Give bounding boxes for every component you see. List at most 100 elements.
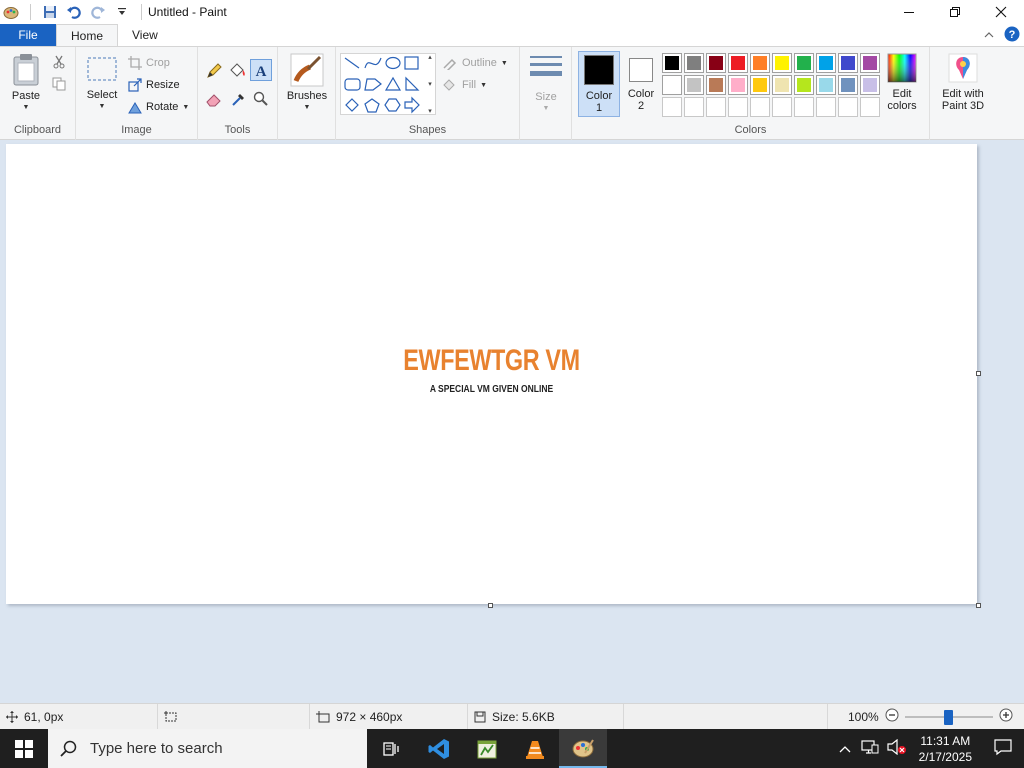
palette-swatch[interactable] [750,53,770,73]
paint-app-icon[interactable] [0,1,22,23]
palette-swatch[interactable] [662,53,682,73]
resize-button[interactable]: Resize [128,78,180,92]
palette-swatch[interactable] [684,75,704,95]
task-view-button[interactable] [367,729,415,768]
palette-empty-swatch[interactable] [684,97,704,117]
palette-swatch[interactable] [662,75,682,95]
customize-qat-icon[interactable] [111,1,133,23]
palette-swatch[interactable] [816,75,836,95]
resize-handle-corner[interactable] [976,603,981,608]
palette-empty-swatch[interactable] [838,97,858,117]
magnifier-icon[interactable] [253,91,269,110]
zoom-slider-thumb[interactable] [944,709,954,725]
help-icon[interactable]: ? [1004,26,1020,45]
palette-swatch[interactable] [838,53,858,73]
cut-icon[interactable] [52,55,66,72]
size-button[interactable]: Size ▼ [526,55,566,115]
chevron-down-icon: ▼ [98,103,106,110]
tab-file[interactable]: File [0,24,56,46]
shapes-scroll[interactable]: ▴ ▾ ▾ [424,53,436,115]
task-view-icon [383,741,399,756]
text-tool-icon[interactable]: A [250,59,272,81]
fill-bucket-icon[interactable] [229,63,247,82]
pencil-icon[interactable] [206,63,222,82]
volume-muted-icon[interactable] [883,738,911,758]
palette-swatch[interactable] [860,53,880,73]
palette-empty-swatch[interactable] [816,97,836,117]
color1-button[interactable]: Color 1 [578,51,620,117]
copy-icon[interactable] [52,77,66,94]
palette-swatch[interactable] [750,75,770,95]
palette-empty-swatch[interactable] [728,97,748,117]
collapse-ribbon-icon[interactable] [984,28,994,42]
palette-swatch[interactable] [794,75,814,95]
palette-empty-swatch[interactable] [794,97,814,117]
chevron-down-icon: ▼ [500,59,508,67]
show-hidden-icons[interactable] [833,742,857,756]
minimize-button[interactable] [886,0,932,24]
redo-icon[interactable] [87,1,109,23]
clipboard-group: Paste ▼ Clipboard [0,47,76,140]
notepad-taskbar-button[interactable] [463,729,511,768]
chevron-down-icon: ▼ [542,105,550,112]
palette-swatch[interactable] [860,75,880,95]
brushes-button[interactable]: Brushes ▼ [284,53,330,114]
fill-button[interactable]: Fill ▼ [442,78,487,92]
brushes-label: Brushes [286,90,328,102]
color2-button[interactable]: Color 2 [622,54,660,116]
tab-home[interactable]: Home [56,24,119,46]
palette-swatch[interactable] [706,53,726,73]
palette-empty-swatch[interactable] [772,97,792,117]
zoom-out-icon[interactable] [885,708,899,725]
paint-taskbar-button[interactable] [559,729,607,768]
palette-swatch[interactable] [772,53,792,73]
zoom-percent: 100% [848,709,879,724]
palette-empty-swatch[interactable] [750,97,770,117]
edit-colors-button[interactable]: Edit colors [881,53,923,112]
paste-button[interactable]: Paste ▼ [6,53,46,114]
palette-swatch[interactable] [728,53,748,73]
palette-swatch[interactable] [706,75,726,95]
palette-swatch[interactable] [816,53,836,73]
drawing-canvas[interactable]: EWFEWTGR VM A SPECIAL VM GIVEN ONLINE [6,144,977,604]
polygon-shape-icon [364,78,382,91]
zoom-in-icon[interactable] [999,708,1013,725]
resize-handle-right[interactable] [976,371,981,376]
canvas-workspace[interactable]: EWFEWTGR VM A SPECIAL VM GIVEN ONLINE [0,140,1024,703]
vlc-taskbar-button[interactable] [511,729,559,768]
palette-empty-swatch[interactable] [706,97,726,117]
rotate-button[interactable]: Rotate ▼ [128,100,189,114]
palette-swatch[interactable] [684,53,704,73]
tab-view[interactable]: View [118,24,172,46]
close-button[interactable] [978,0,1024,24]
palette-swatch[interactable] [838,75,858,95]
undo-icon[interactable] [63,1,85,23]
palette-empty-swatch[interactable] [860,97,880,117]
resize-handle-bottom[interactable] [488,603,493,608]
chevron-down-icon: ▼ [480,81,487,89]
paint3d-label-2: Paint 3D [941,100,985,112]
edit-with-paint3d-button[interactable]: Edit with Paint 3D [934,53,992,112]
vscode-taskbar-button[interactable] [415,729,463,768]
crop-label: Crop [146,57,170,69]
eraser-icon[interactable] [206,91,222,110]
start-button[interactable] [0,729,48,768]
save-icon[interactable] [39,1,61,23]
palette-swatch[interactable] [772,75,792,95]
color-picker-icon[interactable] [231,91,247,110]
curve-shape-icon [364,57,382,69]
file-size: Size: 5.6KB [468,704,624,729]
palette-swatch[interactable] [794,53,814,73]
network-icon[interactable] [857,739,883,758]
taskbar-clock[interactable]: 11:31 AM 2/17/2025 [911,733,980,765]
restore-button[interactable] [932,0,978,24]
palette-swatch[interactable] [728,75,748,95]
fill-icon [443,79,455,91]
notifications-icon[interactable] [980,738,1024,759]
crop-button[interactable]: Crop [128,56,170,70]
palette-empty-swatch[interactable] [662,97,682,117]
outline-button[interactable]: Outline ▼ [442,56,508,70]
select-button[interactable]: Select ▼ [82,55,122,113]
zoom-slider[interactable] [904,709,993,725]
taskbar-search-box[interactable]: Type here to search [48,729,367,768]
